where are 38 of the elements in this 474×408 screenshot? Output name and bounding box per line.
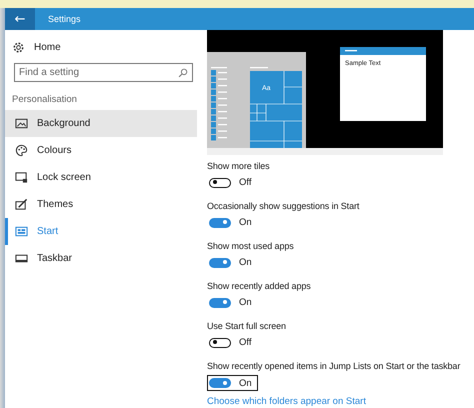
toggle-switch[interactable]: [209, 378, 231, 388]
nav-item[interactable]: Taskbar: [5, 245, 197, 272]
lock-screen-icon: [15, 171, 28, 184]
brush-icon: [15, 198, 28, 211]
toggle-switch[interactable]: [209, 258, 231, 268]
toggle-state: Off: [239, 337, 252, 348]
toggle-switch[interactable]: [209, 298, 231, 308]
toggle-state: Off: [239, 177, 252, 188]
home-link[interactable]: Home: [34, 42, 61, 52]
setting-label: Use Start full screen: [207, 321, 287, 331]
search-icon: [178, 68, 188, 78]
window-title: Settings: [48, 14, 81, 24]
nav-item[interactable]: Themes: [5, 191, 197, 218]
gear-icon: [12, 40, 25, 54]
palette-icon: [15, 144, 28, 157]
nav-item[interactable]: Start: [5, 218, 197, 245]
toggle-switch[interactable]: [209, 178, 231, 188]
tiles-icon: [15, 225, 28, 238]
setting-label: Occasionally show suggestions in Start: [207, 201, 360, 211]
setting-label: Show recently added apps: [207, 281, 312, 291]
setting-label: Show most used apps: [207, 241, 295, 251]
nav-item[interactable]: Lock screen: [5, 164, 197, 191]
setting-label: Show more tiles: [207, 161, 271, 171]
nav-item[interactable]: Colours: [5, 137, 197, 164]
section-heading: Personalisation: [12, 94, 78, 105]
folders-link[interactable]: Choose which folders appear on Start: [207, 396, 474, 407]
nav-item[interactable]: Background: [5, 110, 197, 137]
toggle-state: On: [239, 297, 252, 308]
toggle-switch[interactable]: [209, 218, 231, 228]
search-field[interactable]: Find a setting: [14, 63, 193, 82]
toggle-state: On: [239, 378, 252, 388]
toggle-switch[interactable]: [209, 338, 231, 348]
toggle-state: On: [239, 217, 252, 228]
setting-label: Show recently opened items in Jump Lists on Start or the taskbar: [207, 361, 462, 371]
taskbar-icon: [15, 252, 28, 265]
picture-icon: [15, 117, 28, 130]
toggle-state: On: [239, 257, 252, 268]
back-button[interactable]: ←: [5, 8, 35, 30]
